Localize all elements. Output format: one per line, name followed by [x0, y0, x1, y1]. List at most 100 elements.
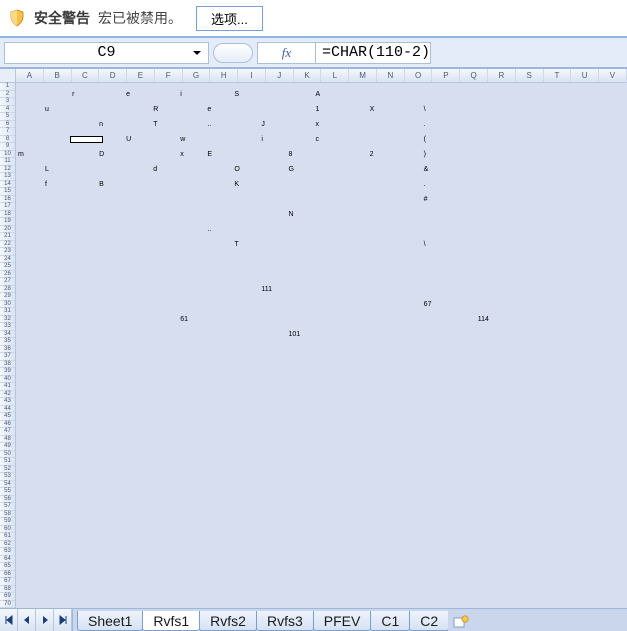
row-header[interactable]: 19 [0, 218, 15, 226]
cell[interactable]: 2 [370, 151, 374, 158]
cell[interactable]: K [234, 181, 239, 188]
row-header[interactable]: 67 [0, 578, 15, 586]
row-header[interactable]: 1 [0, 83, 15, 91]
row-header[interactable]: 38 [0, 361, 15, 369]
cell[interactable]: .. [207, 226, 211, 233]
row-header[interactable]: 57 [0, 503, 15, 511]
active-cell[interactable] [70, 136, 102, 144]
cell[interactable]: w [180, 136, 185, 143]
cell[interactable]: O [234, 166, 239, 173]
row-header[interactable]: 20 [0, 226, 15, 234]
sheet-tab[interactable]: Sheet1 [77, 611, 143, 631]
cell[interactable]: x [180, 151, 184, 158]
cell[interactable]: u [45, 106, 49, 113]
cell[interactable]: n [99, 121, 103, 128]
row-header[interactable]: 14 [0, 181, 15, 189]
cancel-enter-button[interactable] [213, 43, 253, 63]
cell[interactable]: e [126, 91, 130, 98]
row-header[interactable]: 24 [0, 256, 15, 264]
row-header[interactable]: 60 [0, 526, 15, 534]
cell[interactable]: & [424, 166, 429, 173]
cell[interactable]: T [153, 121, 157, 128]
row-header[interactable]: 29 [0, 293, 15, 301]
row-header[interactable]: 9 [0, 143, 15, 151]
row-header[interactable]: 7 [0, 128, 15, 136]
row-header[interactable]: 5 [0, 113, 15, 121]
cell[interactable]: 111 [261, 286, 272, 293]
cell[interactable]: e [207, 106, 211, 113]
cell[interactable]: f [45, 181, 47, 188]
row-header[interactable]: 62 [0, 541, 15, 549]
row-header[interactable]: 26 [0, 271, 15, 279]
row-header[interactable]: 8 [0, 136, 15, 144]
row-header[interactable]: 42 [0, 391, 15, 399]
row-header[interactable]: 13 [0, 173, 15, 181]
cell[interactable]: G [288, 166, 293, 173]
row-header[interactable]: 54 [0, 481, 15, 489]
tab-nav-prev[interactable] [18, 609, 36, 631]
cell[interactable]: R [153, 106, 158, 113]
row-header[interactable]: 32 [0, 316, 15, 324]
row-header[interactable]: 69 [0, 593, 15, 601]
cell[interactable]: U [126, 136, 131, 143]
column-header[interactable]: O [405, 69, 433, 82]
row-header[interactable]: 46 [0, 421, 15, 429]
sheet-tab[interactable]: Rvfs3 [256, 611, 314, 631]
cell[interactable]: E [207, 151, 212, 158]
cell[interactable]: L [45, 166, 49, 173]
row-header[interactable]: 33 [0, 323, 15, 331]
column-header[interactable]: H [210, 69, 238, 82]
cell[interactable]: ) [424, 151, 426, 158]
row-header[interactable]: 68 [0, 586, 15, 594]
row-header[interactable]: 64 [0, 556, 15, 564]
cell[interactable]: 114 [478, 316, 489, 323]
cell[interactable]: A [316, 91, 321, 98]
column-header[interactable]: K [294, 69, 322, 82]
sheet-tab[interactable]: Rvfs1 [142, 611, 200, 631]
spreadsheet-area[interactable]: ABCDEFGHIJKLMNOPQRSTUV 12345678910111213… [0, 68, 627, 608]
column-header[interactable]: E [127, 69, 155, 82]
security-options-button[interactable]: 选项... [196, 6, 263, 31]
row-header[interactable]: 41 [0, 383, 15, 391]
row-header[interactable]: 53 [0, 473, 15, 481]
cell[interactable]: # [424, 196, 428, 203]
column-header[interactable]: C [72, 69, 100, 82]
row-header[interactable]: 61 [0, 533, 15, 541]
cell[interactable]: S [234, 91, 239, 98]
row-header[interactable]: 52 [0, 466, 15, 474]
row-header[interactable]: 12 [0, 166, 15, 174]
row-header[interactable]: 35 [0, 338, 15, 346]
row-header[interactable]: 30 [0, 301, 15, 309]
column-header[interactable]: V [599, 69, 627, 82]
column-header[interactable]: N [377, 69, 405, 82]
row-header[interactable]: 21 [0, 233, 15, 241]
row-header[interactable]: 2 [0, 91, 15, 99]
row-header[interactable]: 49 [0, 443, 15, 451]
row-header[interactable]: 27 [0, 278, 15, 286]
row-header[interactable]: 16 [0, 196, 15, 204]
row-header[interactable]: 50 [0, 451, 15, 459]
sheet-tab[interactable]: С2 [409, 611, 448, 631]
column-header[interactable]: F [155, 69, 183, 82]
grid[interactable]: reiSAuRe1X\nT..Jx.Uwic(mDxE82)LdOG&fBK.#… [16, 83, 627, 608]
row-header[interactable]: 55 [0, 488, 15, 496]
tab-nav-last[interactable] [54, 609, 72, 631]
row-header[interactable]: 65 [0, 563, 15, 571]
sheet-tab[interactable]: С1 [370, 611, 410, 631]
cell[interactable]: 67 [424, 301, 432, 308]
insert-sheet-icon[interactable] [450, 613, 472, 631]
column-header[interactable]: D [99, 69, 127, 82]
row-header[interactable]: 28 [0, 286, 15, 294]
row-header[interactable]: 6 [0, 121, 15, 129]
cell[interactable]: m [18, 151, 24, 158]
cell[interactable]: . [424, 181, 426, 188]
cell[interactable]: 8 [288, 151, 292, 158]
column-header[interactable]: T [544, 69, 572, 82]
row-header[interactable]: 10 [0, 151, 15, 159]
row-header[interactable]: 43 [0, 398, 15, 406]
sheet-tab[interactable]: Rvfs2 [199, 611, 257, 631]
cell[interactable]: \ [424, 241, 426, 248]
formula-input[interactable]: =CHAR(110-2) [315, 42, 431, 64]
row-header[interactable]: 4 [0, 106, 15, 114]
row-header[interactable]: 36 [0, 346, 15, 354]
